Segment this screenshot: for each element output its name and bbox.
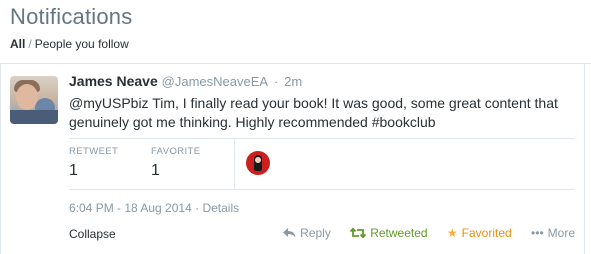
favorited-button[interactable]: ★ Favorited xyxy=(447,226,512,240)
tweet-author-row: James Neave @JamesNeaveEA · 2m xyxy=(69,73,302,89)
reply-icon xyxy=(283,226,296,240)
author-handle[interactable]: @JamesNeaveEA xyxy=(162,74,268,89)
meta-separator: · xyxy=(195,201,200,215)
retweeted-label: Retweeted xyxy=(370,226,428,240)
tweet-timestamp[interactable]: 6:04 PM - 18 Aug 2014 xyxy=(69,201,192,215)
page-title: Notifications xyxy=(10,4,133,29)
retweet-stat[interactable]: RETWEET 1 xyxy=(69,146,118,180)
more-label: More xyxy=(547,226,575,240)
more-icon: ••• xyxy=(531,226,544,240)
reply-button[interactable]: Reply xyxy=(283,226,331,240)
reply-label: Reply xyxy=(300,226,331,240)
tweet-meta: 6:04 PM - 18 Aug 2014 · Details xyxy=(69,201,239,215)
stats-divider xyxy=(234,139,235,189)
favoriter-avatar-face xyxy=(255,157,261,163)
avatar[interactable] xyxy=(10,76,58,124)
notification-filters: All / People you follow xyxy=(10,37,129,51)
favoriter-avatar[interactable] xyxy=(246,151,270,175)
tweet-time[interactable]: 2m xyxy=(284,74,302,89)
details-link[interactable]: Details xyxy=(202,201,239,215)
favorite-stat[interactable]: FAVORITE 1 xyxy=(151,146,200,180)
more-button[interactable]: ••• More xyxy=(531,226,575,240)
favorited-label: Favorited xyxy=(461,226,512,240)
favorite-stat-label: FAVORITE xyxy=(151,146,201,157)
retweet-count: 1 xyxy=(69,162,78,179)
star-icon: ★ xyxy=(446,226,458,240)
avatar-body xyxy=(10,110,58,124)
author-name[interactable]: James Neave xyxy=(69,73,158,89)
collapse-link[interactable]: Collapse xyxy=(69,227,116,241)
tweet-stats: RETWEET 1 FAVORITE 1 xyxy=(69,138,574,190)
filter-people-you-follow[interactable]: People you follow xyxy=(35,37,129,51)
time-separator: · xyxy=(273,74,279,89)
filter-separator: / xyxy=(28,37,32,51)
left-border xyxy=(0,63,1,254)
notifications-header: Notifications All / People you follow xyxy=(0,0,591,64)
right-border xyxy=(584,63,585,254)
favorite-count: 1 xyxy=(151,162,160,179)
retweet-stat-label: RETWEET xyxy=(69,146,119,157)
tweet-text: @myUSPbiz Tim, I finally read your book!… xyxy=(69,95,558,130)
filter-all[interactable]: All xyxy=(10,37,25,51)
retweeted-button[interactable]: Retweeted xyxy=(350,226,428,240)
retweet-icon xyxy=(350,226,367,240)
tweet-actions: Reply Retweeted ★ Favorited ••• More xyxy=(267,226,575,240)
